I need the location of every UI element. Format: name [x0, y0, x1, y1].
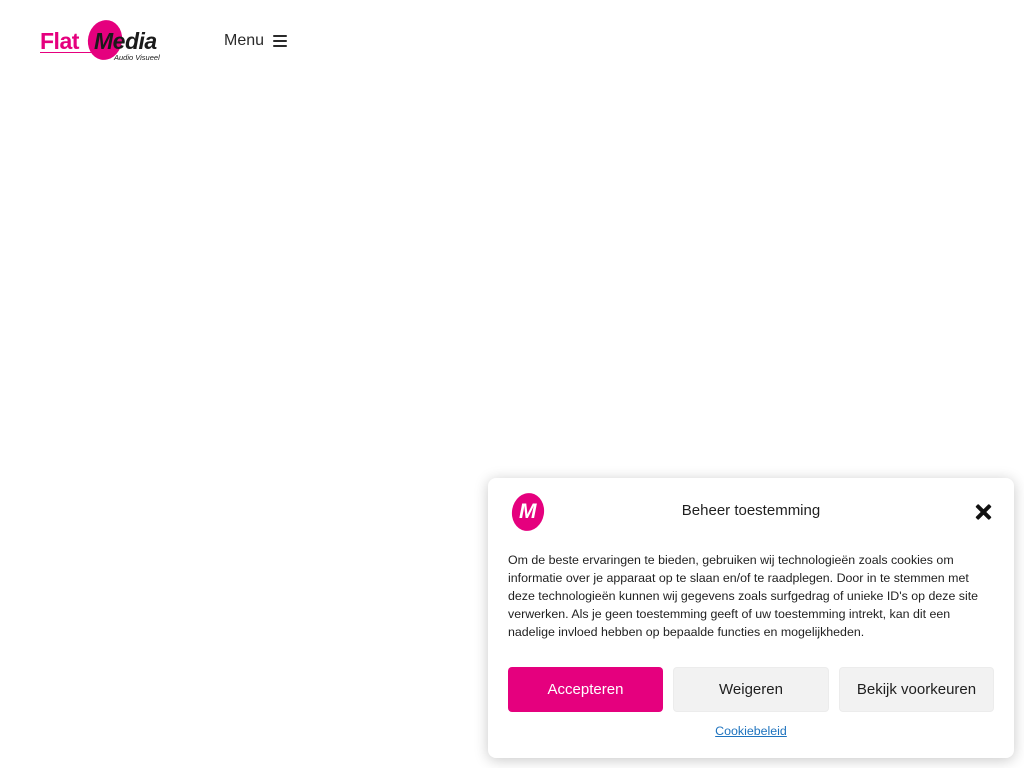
page: Flat Media Audio Visueel Menu M Beheer t… — [0, 0, 1024, 768]
hamburger-icon — [273, 35, 288, 47]
logo-word-media: Media — [94, 28, 157, 54]
close-icon[interactable] — [973, 502, 995, 524]
banner-title: Beheer toestemming — [681, 502, 821, 519]
view-preferences-button[interactable]: Bekijk voorkeuren — [839, 667, 994, 712]
logo-subtitle: Audio Visueel — [114, 53, 160, 62]
site-header: Flat Media Audio Visueel Menu — [0, 0, 1024, 82]
accept-button[interactable]: Accepteren — [508, 667, 663, 712]
menu-label: Menu — [224, 32, 265, 49]
menu-toggle-button[interactable]: Menu — [224, 30, 288, 52]
logo-underline — [40, 52, 92, 53]
cookie-consent-banner: M Beheer toestemming Om de beste ervarin… — [488, 478, 1014, 758]
site-logo[interactable]: Flat Media Audio Visueel — [40, 16, 170, 64]
logo-word-flat: Flat — [40, 28, 79, 54]
banner-message: Om de beste ervaringen te bieden, gebrui… — [508, 553, 979, 639]
cookie-policy-link[interactable]: Cookiebeleid — [488, 724, 1014, 738]
deny-button[interactable]: Weigeren — [673, 667, 829, 712]
